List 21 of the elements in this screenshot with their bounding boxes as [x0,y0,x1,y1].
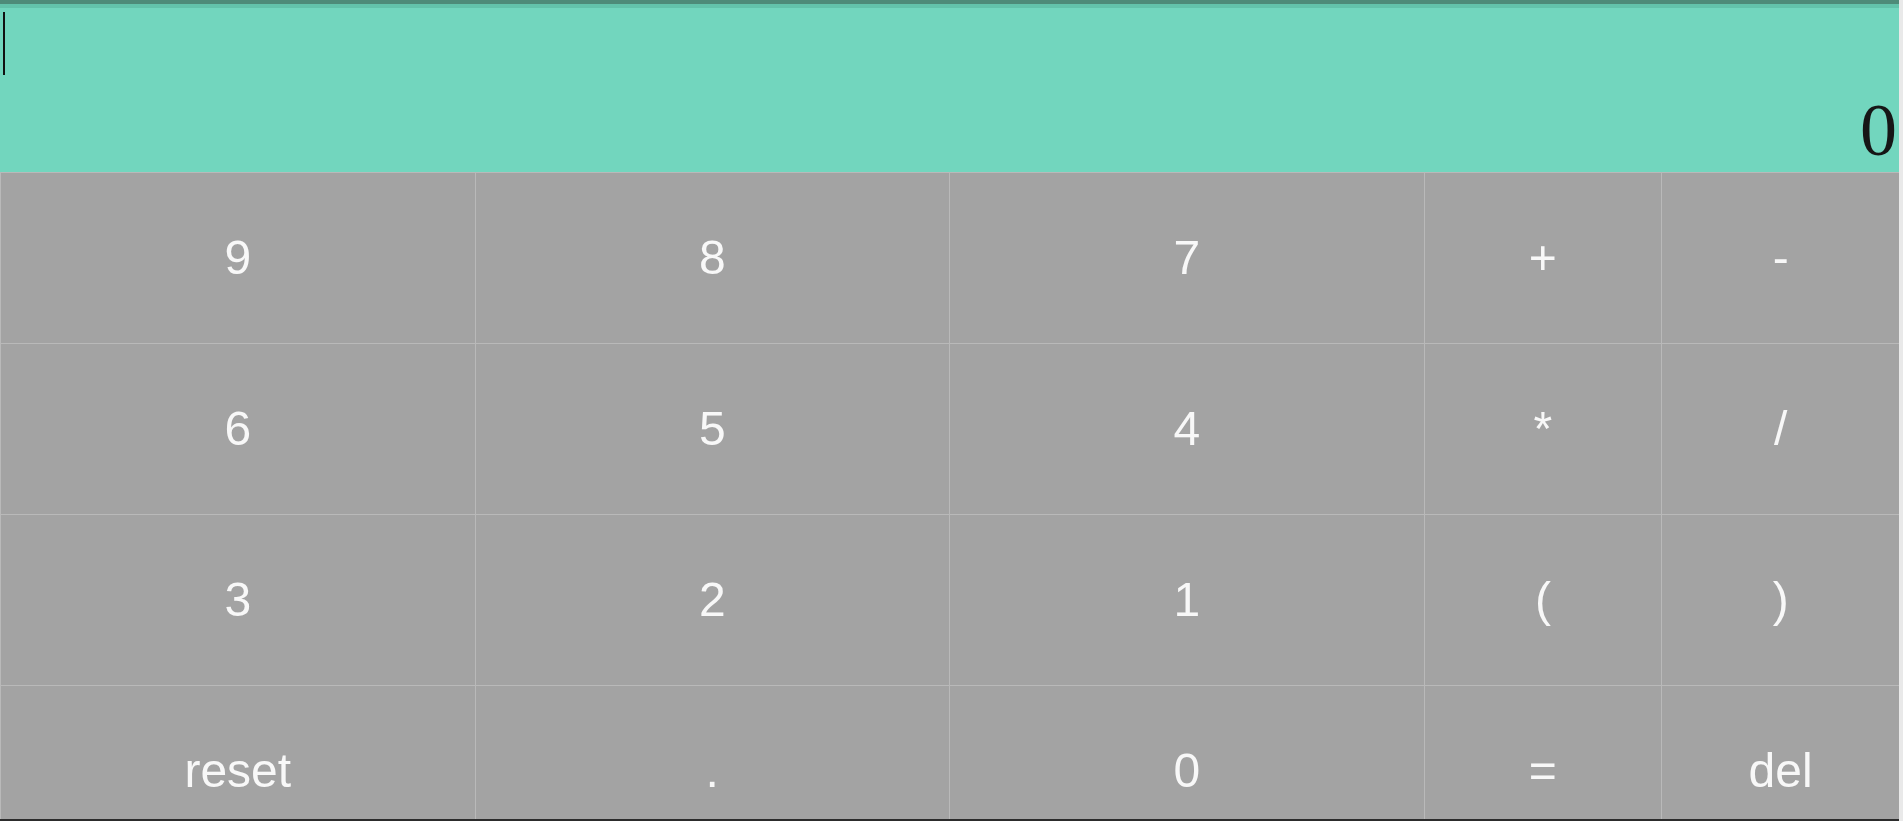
calculator-key[interactable]: = [1424,686,1662,819]
calculator-key[interactable]: 5 [475,344,949,514]
calculator-key[interactable]: reset [1,686,475,819]
calculator-key[interactable]: del [1662,686,1899,819]
calculator-key[interactable]: 0 [950,686,1424,819]
result-text: 0 [1860,93,1897,167]
calculator-key[interactable]: ( [1424,515,1662,685]
calculator-key[interactable]: + [1424,173,1662,343]
calculator-key[interactable]: 1 [950,515,1424,685]
calculator-key[interactable]: 7 [950,173,1424,343]
calculator-key[interactable]: * [1424,344,1662,514]
calculator-key[interactable]: / [1662,344,1899,514]
calculator-key[interactable]: - [1662,173,1899,343]
calculator-key[interactable]: 3 [1,515,475,685]
calculator-key[interactable]: ) [1662,515,1899,685]
calculator-key[interactable]: 9 [1,173,475,343]
calculator-key[interactable]: 4 [950,344,1424,514]
calculator-key[interactable]: 2 [475,515,949,685]
calculator-key[interactable]: . [475,686,949,819]
calculator-key[interactable]: 6 [1,344,475,514]
calculator-key[interactable]: 8 [475,173,949,343]
